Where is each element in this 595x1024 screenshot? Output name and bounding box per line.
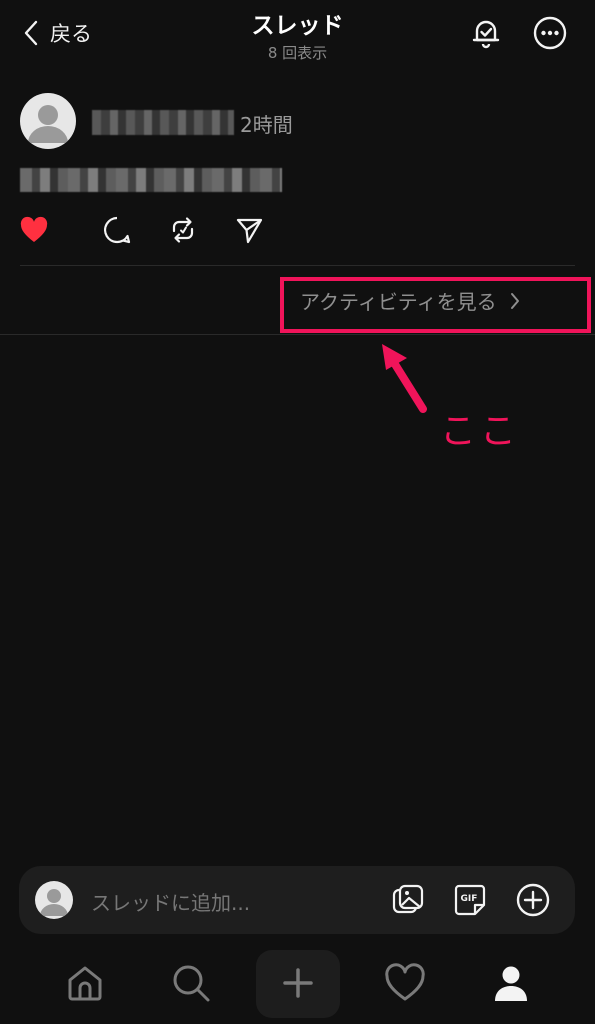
plus-circle-icon — [516, 883, 550, 917]
svg-text:GIF: GIF — [461, 894, 478, 904]
search-icon — [173, 965, 210, 1002]
gif-icon: GIF — [454, 884, 486, 916]
repost-button[interactable] — [167, 214, 199, 246]
post-actions — [0, 210, 595, 250]
nav-search[interactable] — [166, 958, 216, 1008]
top-bar: 戻る スレッド 8 回表示 — [0, 0, 595, 70]
send-icon — [236, 218, 263, 244]
view-count: 8 回表示 — [267, 44, 328, 62]
bell-check-icon[interactable] — [467, 14, 505, 52]
page-title: スレッド — [251, 13, 344, 39]
more-options-button[interactable] — [531, 14, 569, 52]
add-gif-button[interactable]: GIF — [451, 881, 489, 919]
comment-icon — [104, 216, 131, 244]
title-block: スレッド 8 回表示 — [0, 6, 595, 63]
image-icon — [392, 884, 424, 914]
profile-icon — [495, 966, 527, 1001]
divider — [20, 265, 575, 266]
repost-icon — [172, 217, 194, 243]
add-more-button[interactable] — [514, 881, 552, 919]
annotation-arrow — [382, 344, 427, 413]
nav-home[interactable] — [60, 958, 110, 1008]
annotation-highlight-box — [280, 277, 591, 333]
post-timestamp: 2時間 — [240, 113, 293, 137]
divider — [0, 334, 595, 335]
heart-icon — [20, 216, 48, 242]
heart-icon — [385, 963, 425, 1001]
share-button[interactable] — [233, 214, 265, 246]
reply-composer[interactable]: スレッドに追加... GIF — [19, 866, 575, 934]
home-icon — [68, 966, 102, 1001]
username-redacted[interactable] — [92, 110, 234, 135]
reply-input[interactable]: スレッドに追加... — [91, 887, 250, 916]
avatar — [35, 881, 73, 919]
add-photo-button[interactable] — [389, 881, 427, 919]
nav-create[interactable] — [273, 958, 323, 1008]
post-text-redacted — [20, 168, 282, 192]
more-horizontal-icon — [533, 16, 567, 50]
plus-icon — [283, 968, 313, 998]
annotation-label: ここ — [440, 411, 521, 452]
nav-activity[interactable] — [380, 958, 430, 1008]
like-button[interactable] — [18, 214, 50, 246]
comment-button[interactable] — [101, 214, 133, 246]
nav-profile[interactable] — [486, 958, 536, 1008]
avatar[interactable] — [20, 93, 76, 149]
